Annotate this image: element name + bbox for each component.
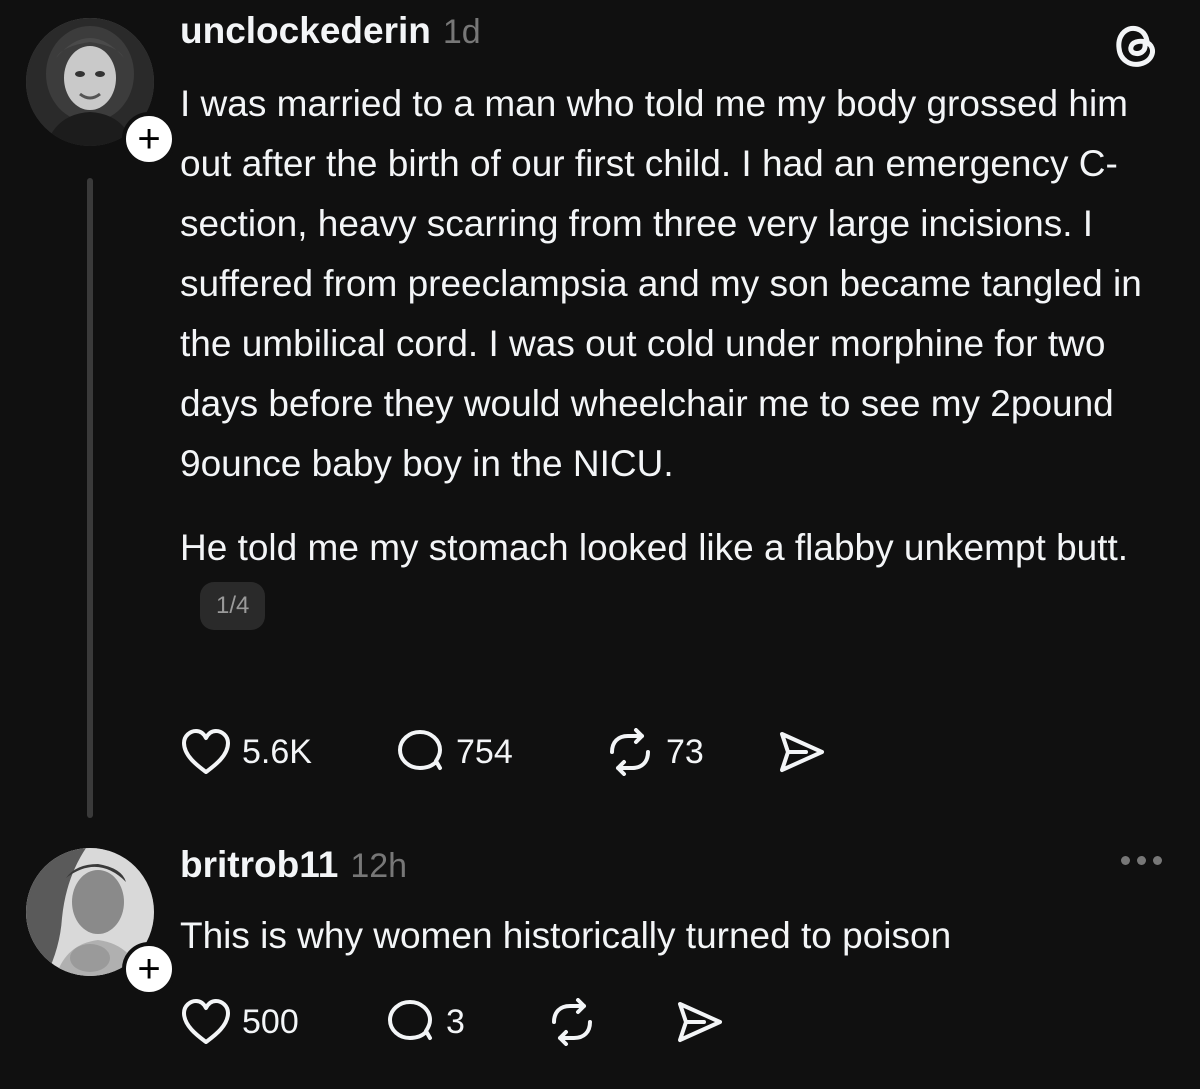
threads-logo-icon bbox=[1116, 25, 1155, 67]
comment-count: 3 bbox=[446, 1002, 465, 1041]
post-header: britrob11 12h bbox=[180, 844, 407, 886]
comment-button[interactable]: 754 bbox=[396, 728, 604, 776]
repost-icon bbox=[610, 728, 650, 776]
share-button[interactable] bbox=[674, 998, 726, 1046]
action-bar: 500 3 bbox=[180, 998, 726, 1046]
like-count: 5.6K bbox=[242, 732, 312, 771]
more-dot bbox=[1121, 856, 1130, 865]
repost-count: 73 bbox=[666, 732, 704, 771]
post-timestamp: 1d bbox=[442, 13, 481, 51]
heart-icon bbox=[182, 999, 230, 1044]
thread-post: + unclockederin 1d I was married to a ma… bbox=[0, 0, 1200, 830]
username[interactable]: unclockederin bbox=[180, 10, 431, 52]
more-dot bbox=[1137, 856, 1146, 865]
post-timestamp: 12h bbox=[350, 847, 408, 885]
post-paragraph: I was married to a man who told me my bo… bbox=[180, 83, 1142, 484]
share-send-icon bbox=[678, 1002, 722, 1042]
post-body: This is why women historically turned to… bbox=[180, 906, 1160, 966]
post-paragraph: This is why women historically turned to… bbox=[180, 915, 952, 956]
follow-plus-button[interactable]: + bbox=[122, 112, 176, 166]
heart-icon bbox=[182, 729, 230, 774]
action-bar: 5.6K 754 73 bbox=[180, 728, 828, 776]
more-options-icon[interactable] bbox=[1121, 856, 1162, 865]
post-paragraph-last: He told me my stomach looked like a flab… bbox=[180, 518, 1160, 638]
comment-count: 754 bbox=[456, 732, 513, 771]
like-button[interactable]: 500 bbox=[180, 998, 386, 1046]
thread-connector-line bbox=[87, 178, 93, 818]
repost-button[interactable] bbox=[546, 998, 674, 1046]
thread-reply: + britrob11 12h This is why women histor… bbox=[0, 830, 1200, 1089]
comment-bubble-icon bbox=[388, 1000, 432, 1040]
share-send-icon bbox=[780, 732, 824, 772]
repost-button[interactable]: 73 bbox=[604, 728, 776, 776]
post-paragraph-text: He told me my stomach looked like a flab… bbox=[180, 527, 1129, 568]
comment-bubble-icon bbox=[398, 730, 442, 770]
follow-plus-button[interactable]: + bbox=[122, 942, 176, 996]
avatar-container[interactable]: + bbox=[26, 848, 176, 996]
post-body: I was married to a man who told me my bo… bbox=[180, 74, 1160, 638]
avatar-container[interactable]: + bbox=[26, 18, 176, 166]
more-dot bbox=[1153, 856, 1162, 865]
share-button[interactable] bbox=[776, 728, 828, 776]
like-count: 500 bbox=[242, 1002, 299, 1041]
page-indicator: 1/4 bbox=[200, 582, 266, 631]
post-header: unclockederin 1d bbox=[180, 10, 481, 52]
username[interactable]: britrob11 bbox=[180, 844, 338, 886]
like-button[interactable]: 5.6K bbox=[180, 728, 396, 776]
repost-icon bbox=[552, 998, 592, 1046]
comment-button[interactable]: 3 bbox=[386, 998, 546, 1046]
